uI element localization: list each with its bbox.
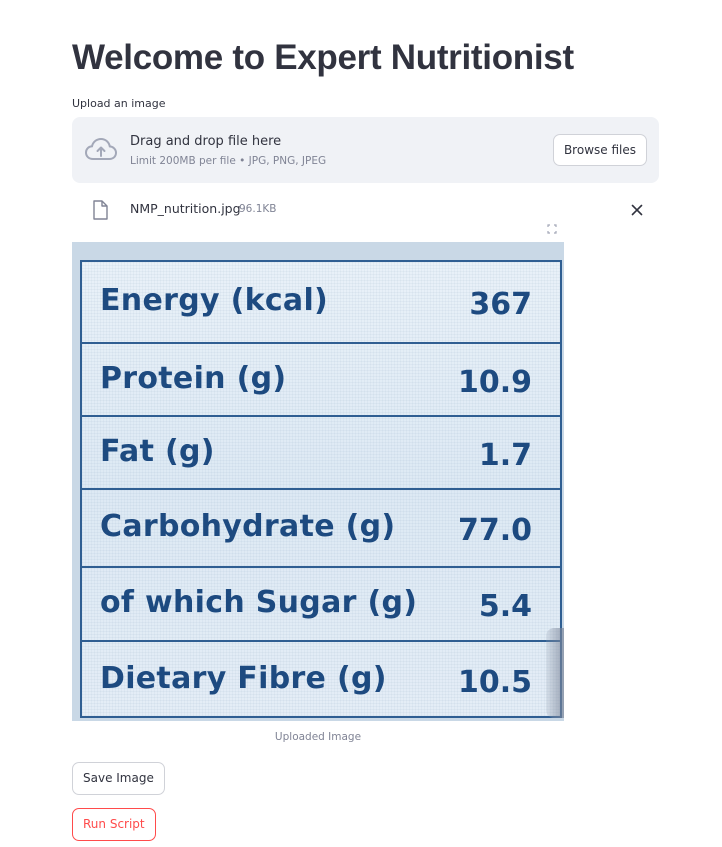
dropzone-limit: Limit 200MB per file • JPG, PNG, JPEG [130, 155, 327, 167]
uploaded-file-size: 96.1KB [239, 203, 277, 215]
save-image-button[interactable]: Save Image [72, 762, 165, 795]
nutrient-name: Dietary Fibre (g) [100, 661, 387, 696]
nutrition-label-photo: Energy (kcal) 367 Protein (g) 10.9 Fat (g) 1.… [80, 260, 562, 718]
file-dropzone[interactable]: Drag and drop file here Limit 200MB per … [72, 117, 659, 183]
nutrition-row: Dietary Fibre (g) 10.5 [82, 642, 560, 720]
nutrient-name: Protein (g) [100, 360, 287, 396]
browse-files-button[interactable]: Browse files [552, 134, 647, 166]
nutrient-name: Energy (kcal) [100, 283, 329, 318]
nutrient-name: Fat (g) [100, 433, 215, 469]
image-caption: Uploaded Image [274, 731, 362, 743]
nutrition-row: Fat (g) 1.7 [82, 417, 560, 490]
nutrient-value: 5.4 [478, 589, 532, 624]
run-script-button[interactable]: Run Script [72, 808, 156, 841]
nutrition-row: Energy (kcal) 367 [82, 262, 560, 344]
nutrition-row: Protein (g) 10.9 [82, 344, 560, 417]
uploaded-image: Energy (kcal) 367 Protein (g) 10.9 Fat (g) 1.… [72, 242, 564, 721]
nutrient-name: of which Sugar (g) [100, 585, 418, 620]
nutrient-value: 10.5 [457, 665, 532, 700]
uploaded-file-name: NMP_nutrition.jpg [130, 201, 241, 216]
cloud-upload-icon [85, 137, 117, 160]
nutrient-value: 367 [469, 287, 532, 322]
nutrient-value: 1.7 [478, 437, 532, 473]
file-icon [93, 200, 108, 220]
close-icon[interactable] [629, 202, 645, 218]
nutrition-row: Carbohydrate (g) 77.0 [82, 490, 560, 568]
app-page: Welcome to Expert Nutritionist Upload an… [0, 0, 722, 847]
nutrient-value: 77.0 [457, 513, 532, 548]
nutrient-name: Carbohydrate (g) [100, 509, 396, 544]
fullscreen-icon[interactable] [542, 219, 562, 239]
nutrient-value: 10.9 [457, 364, 532, 400]
page-title: Welcome to Expert Nutritionist [72, 38, 574, 77]
nutrition-row: of which Sugar (g) 5.4 [82, 568, 560, 642]
hand-edge [546, 628, 564, 718]
uploaded-file-row: NMP_nutrition.jpg 96.1KB [72, 196, 659, 224]
upload-label: Upload an image [72, 97, 166, 110]
dropzone-instructions: Drag and drop file here [130, 134, 282, 149]
